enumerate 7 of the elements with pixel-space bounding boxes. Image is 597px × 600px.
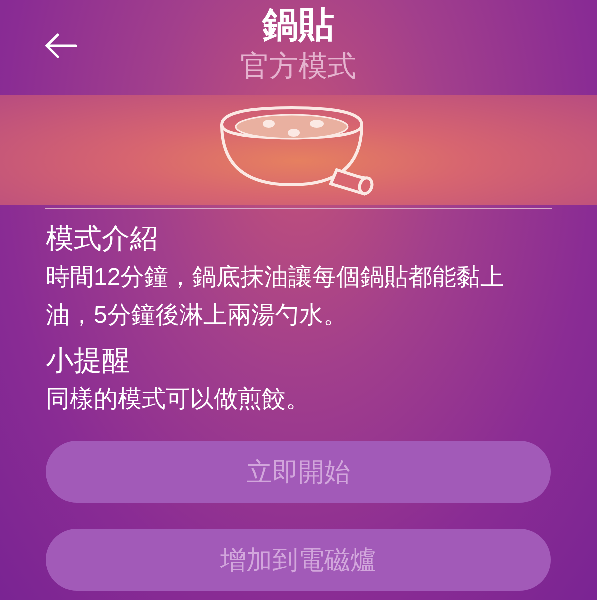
section-text: 同樣的模式可以做煎餃。 [46,385,311,415]
section-heading: 模式介紹 [46,222,159,256]
section-heading: 小提醒 [46,344,131,378]
page-subtitle: 官方模式 [240,50,356,85]
back-arrow-icon [44,33,78,59]
section-text: 時間12分鐘，鍋底抹油讓每個鍋貼都能黏上油，5分鐘後淋上兩湯勺水。 [46,263,506,331]
page-title: 鍋貼 [262,3,334,47]
